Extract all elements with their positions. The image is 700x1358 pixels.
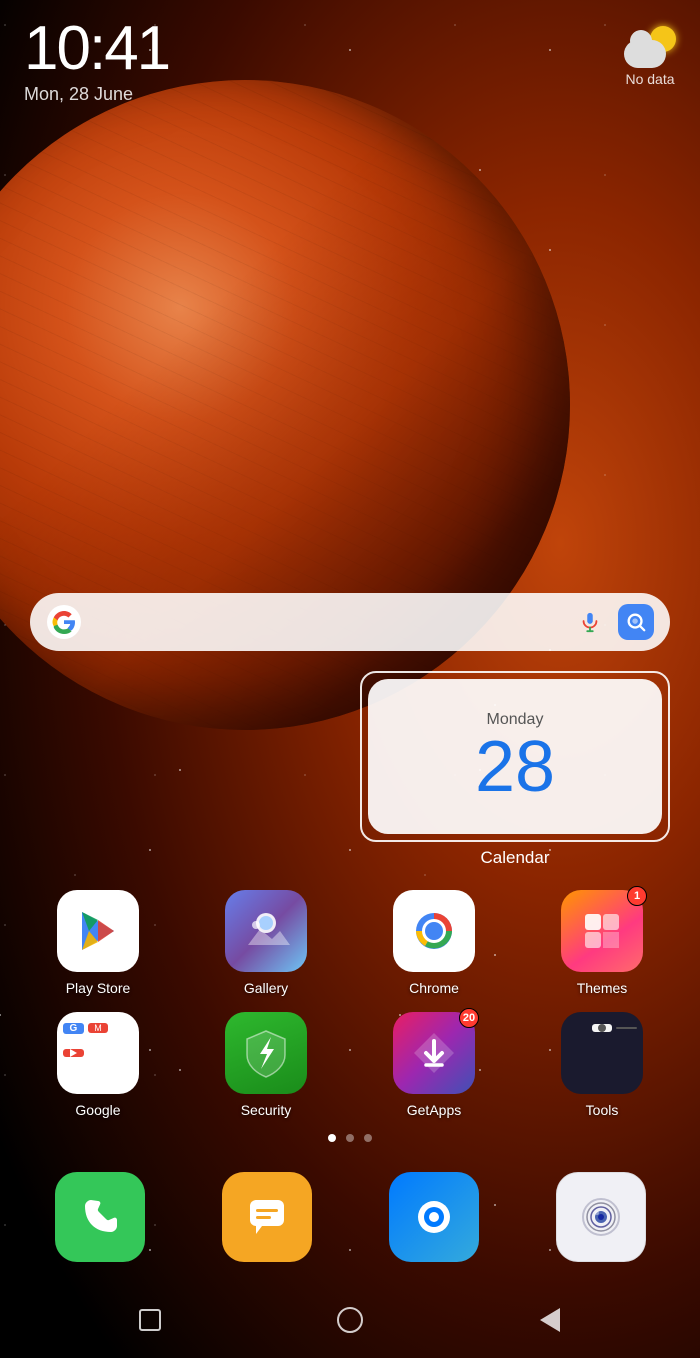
app-google[interactable]: G M Google [18, 1012, 178, 1118]
playstore-icon [57, 890, 139, 972]
getapps-svg [408, 1027, 460, 1079]
google-icon: G M [57, 1012, 139, 1094]
playstore-svg [73, 906, 123, 956]
getapps-icon-wrap: 20 [393, 1012, 475, 1094]
google-label: Google [75, 1102, 120, 1118]
app-security[interactable]: Security [186, 1012, 346, 1118]
search-bar-container [0, 593, 700, 651]
g-g: G [63, 1023, 84, 1034]
g-m: M [88, 1023, 109, 1033]
dock-chat[interactable] [354, 1172, 513, 1262]
phone-icon [55, 1172, 145, 1262]
chrome-icon [393, 890, 475, 972]
calendar-widget[interactable]: Monday 28 [368, 679, 662, 834]
chat-icon [389, 1172, 479, 1262]
calendar-label: Calendar [360, 848, 670, 868]
messages-icon [222, 1172, 312, 1262]
playstore-icon-wrap [57, 890, 139, 972]
mic-icon [579, 611, 601, 633]
themes-label: Themes [577, 980, 628, 996]
security-icon [225, 1012, 307, 1094]
phone-svg [75, 1192, 125, 1242]
app-grid-row2: G M Google [0, 1012, 700, 1118]
cloud-icon [624, 40, 666, 68]
tools-icon [561, 1012, 643, 1094]
page-dots [0, 1134, 700, 1142]
tools-icon-wrap [561, 1012, 643, 1094]
dock [0, 1172, 700, 1262]
security-svg [241, 1027, 291, 1079]
gallery-label: Gallery [244, 980, 288, 996]
app-tools[interactable]: Tools [522, 1012, 682, 1118]
recent-icon [139, 1309, 161, 1331]
app-gallery[interactable]: Gallery [186, 890, 346, 996]
app-playstore[interactable]: Play Store [18, 890, 178, 996]
chrome-icon-wrap [393, 890, 475, 972]
status-bar: 10:41 Mon, 28 June No data [0, 0, 700, 105]
clock: 10:41 [24, 18, 169, 80]
lens-icon [625, 611, 647, 633]
weather-label: No data [625, 71, 674, 87]
themes-icon-wrap: 1 [561, 890, 643, 972]
chat-svg [409, 1192, 459, 1242]
app-chrome[interactable]: Chrome [354, 890, 514, 996]
calendar-month: Monday [487, 711, 544, 729]
chrome-label: Chrome [409, 980, 459, 996]
google-logo [46, 604, 82, 640]
gallery-icon-wrap [225, 890, 307, 972]
back-icon [540, 1308, 560, 1332]
dot-2[interactable] [346, 1134, 354, 1142]
security-label: Security [241, 1102, 292, 1118]
t2 [592, 1024, 613, 1032]
calendar-widget-border: Monday 28 [360, 671, 670, 842]
google-icon-wrap: G M [57, 1012, 139, 1094]
themes-svg [577, 906, 627, 956]
home-button[interactable] [332, 1302, 368, 1338]
dock-camera[interactable] [521, 1172, 680, 1262]
status-left: 10:41 Mon, 28 June [24, 18, 169, 105]
dock-phone[interactable] [20, 1172, 179, 1262]
g-yt [63, 1049, 84, 1057]
getapps-label: GetApps [407, 1102, 461, 1118]
dot-1[interactable] [328, 1134, 336, 1142]
mic-button[interactable] [572, 604, 608, 640]
date: Mon, 28 June [24, 84, 169, 105]
security-icon-wrap [225, 1012, 307, 1094]
back-button[interactable] [532, 1302, 568, 1338]
chrome-svg [406, 903, 462, 959]
gallery-icon [225, 890, 307, 972]
nav-bar [0, 1292, 700, 1358]
messages-svg [242, 1192, 292, 1242]
tools-label: Tools [586, 1102, 619, 1118]
weather-icon [624, 26, 676, 68]
home-icon [337, 1307, 363, 1333]
lens-button[interactable] [618, 604, 654, 640]
app-getapps[interactable]: 20 GetApps [354, 1012, 514, 1118]
app-themes[interactable]: 1 Themes [522, 890, 682, 996]
calendar-widget-area: Monday 28 Calendar [0, 671, 700, 868]
dot-3[interactable] [364, 1134, 372, 1142]
camera-svg [575, 1191, 627, 1243]
playstore-label: Play Store [66, 980, 131, 996]
themes-badge: 1 [627, 886, 647, 906]
dock-messages[interactable] [187, 1172, 346, 1262]
weather-widget: No data [624, 26, 676, 87]
getapps-badge: 20 [459, 1008, 479, 1028]
calendar-widget-wrapper: Monday 28 Calendar [360, 671, 670, 868]
gallery-svg [240, 905, 292, 957]
recent-button[interactable] [132, 1302, 168, 1338]
app-grid-row1: Play Store Gallery [0, 890, 700, 996]
t3 [616, 1027, 637, 1029]
calendar-day: 28 [475, 731, 555, 803]
camera-icon [556, 1172, 646, 1262]
search-bar[interactable] [30, 593, 670, 651]
